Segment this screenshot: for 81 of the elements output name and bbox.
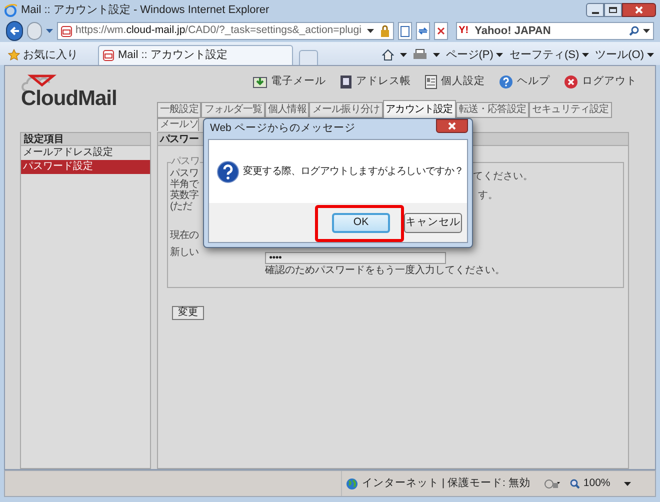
maximize-button[interactable] — [604, 3, 622, 17]
sidebar-title: 設定項目 — [21, 133, 150, 146]
caret-icon — [496, 53, 504, 57]
caret-icon[interactable] — [432, 53, 440, 57]
window-title: Mail :: アカウント設定 - Windows Internet Explorer — [21, 2, 270, 18]
settings-tab[interactable]: アカウント設定 — [382, 100, 456, 118]
page-icon — [61, 26, 72, 36]
settings-tab[interactable]: 個人情報 — [265, 102, 310, 118]
header-link[interactable]: ログアウト — [564, 74, 637, 90]
close-button[interactable] — [436, 119, 468, 133]
dialog-title: Web ページからのメッセージ — [210, 121, 356, 136]
command-menu[interactable]: ツール(O) — [595, 46, 654, 64]
help-icon — [499, 74, 513, 88]
close-circle-icon — [564, 74, 578, 88]
caret-icon[interactable] — [643, 29, 650, 33]
description-text: す。 — [478, 189, 498, 203]
security-zone-text: インターネット | 保護モード: 無効 — [362, 476, 530, 491]
compatibility-button[interactable] — [398, 22, 412, 40]
lock-icon[interactable] — [380, 25, 390, 37]
zoom-icon — [570, 478, 580, 488]
envelope-icon — [253, 74, 267, 88]
header-link[interactable]: 電子メール — [253, 74, 326, 90]
address-field[interactable]: https://wm.cloud-mail.jp/CAD0/?_task=settings&_action=plugi — [57, 22, 394, 40]
close-icon — [448, 122, 456, 130]
sidebar-item[interactable]: メールアドレス設定 — [21, 146, 150, 160]
caret-icon — [582, 53, 590, 57]
panel-title: パスワー — [160, 133, 198, 145]
caret-icon[interactable] — [400, 53, 407, 57]
caret-icon[interactable] — [367, 29, 374, 33]
description-text: 英数字 — [170, 190, 200, 201]
zoom-button[interactable]: 100% — [570, 476, 632, 492]
star-icon — [8, 49, 20, 61]
submit-button[interactable]: 変更 — [172, 306, 204, 320]
page-icon — [400, 26, 410, 36]
logo-text: CloudMail — [21, 89, 118, 109]
provider-logo: Y! — [458, 25, 469, 37]
header-link[interactable]: アドレス帳 — [340, 74, 411, 90]
description-text: パスワ — [170, 168, 200, 179]
description-text: 半角で — [170, 179, 200, 190]
document-icon — [425, 74, 437, 88]
fieldset-legend: パスワ — [171, 156, 200, 168]
command-menu[interactable]: セーフティ(S) — [509, 46, 590, 64]
description-text: (ただ — [170, 201, 194, 212]
dialog-button[interactable]: OK — [332, 212, 390, 232]
question-icon — [217, 160, 239, 182]
favorites-button[interactable]: お気に入り — [6, 45, 80, 65]
hint-text: 確認のためパスワードをもう一度入力してください。 — [265, 264, 505, 278]
caret-icon — [647, 53, 654, 57]
address-book-icon — [340, 74, 352, 88]
header-link[interactable]: 個人設定 — [425, 74, 485, 90]
back-button[interactable] — [6, 21, 24, 41]
dialog-message: 変更する際、ログアウトしますがよろしいですか？ — [243, 164, 464, 179]
refresh-button[interactable] — [416, 22, 430, 40]
sidebar-item[interactable]: パスワード設定 — [21, 160, 150, 174]
field-label: 現在の — [170, 230, 200, 242]
settings-tab[interactable]: 一般設定 — [157, 102, 202, 118]
settings-tab[interactable]: メール振り分け — [309, 102, 383, 118]
minimize-button[interactable] — [586, 3, 604, 17]
stop-button[interactable] — [434, 22, 448, 40]
refresh-icon — [418, 26, 428, 36]
printer-icon[interactable] — [412, 49, 427, 61]
search-icon[interactable] — [629, 26, 639, 36]
settings-tab[interactable]: フォルダ一覧 — [201, 102, 266, 118]
field-label: 新しい — [170, 247, 200, 259]
globe-icon — [346, 478, 358, 490]
settings-tab[interactable]: 転送・応答設定 — [456, 102, 530, 118]
browser-tab[interactable]: Mail :: アカウント設定 — [98, 45, 293, 65]
command-menu[interactable]: ページ(P) — [446, 46, 504, 64]
dialog-button[interactable]: キャンセル — [404, 212, 462, 232]
page-icon — [103, 50, 114, 61]
browser-icon — [4, 4, 17, 16]
home-icon[interactable] — [382, 49, 394, 61]
subtab[interactable]: メールソ — [157, 118, 200, 131]
stop-icon — [436, 27, 445, 35]
caret-icon — [624, 482, 632, 486]
header-link[interactable]: ヘルプ — [499, 74, 550, 90]
settings-tab[interactable]: セキュリティ設定 — [529, 102, 612, 118]
close-icon — [635, 6, 643, 14]
arrow-left-icon — [10, 26, 20, 36]
close-button[interactable] — [622, 3, 656, 17]
description-text: てください。 — [473, 170, 533, 184]
